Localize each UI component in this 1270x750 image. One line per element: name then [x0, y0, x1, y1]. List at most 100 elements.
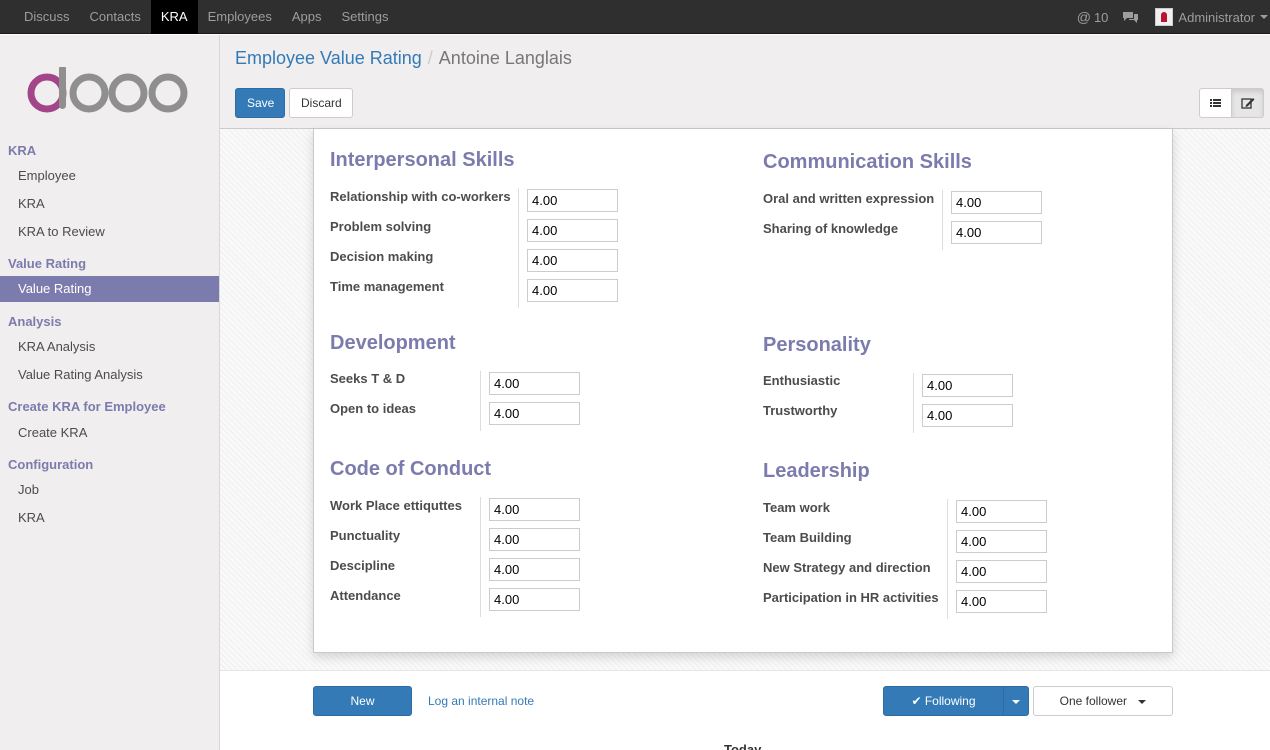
save-button[interactable]: Save: [235, 88, 285, 118]
breadcrumb-parent[interactable]: Employee Value Rating: [235, 48, 422, 68]
log-note-link[interactable]: Log an internal note: [428, 694, 534, 708]
app-menu: Discuss Contacts KRA Employees Apps Sett…: [14, 0, 399, 34]
followers-dropdown[interactable]: One follower: [1033, 686, 1173, 716]
divider: [913, 373, 914, 433]
label-new-strategy: New Strategy and direction: [763, 560, 931, 575]
input-work-place[interactable]: 4.00: [489, 498, 580, 521]
menu-employees[interactable]: Employees: [198, 0, 282, 34]
user-menu[interactable]: Administrator: [1155, 8, 1270, 26]
divider: [947, 499, 948, 619]
caret-down-icon: [1012, 699, 1020, 704]
sidebar-item-kra-to-review[interactable]: KRA to Review: [0, 219, 219, 245]
sidebar-section-value-rating: Value Rating: [8, 256, 87, 271]
input-sharing-knowledge[interactable]: 4.00: [951, 221, 1042, 244]
label-decision-making: Decision making: [330, 249, 434, 264]
date-separator: Today: [724, 742, 762, 750]
label-oral-written: Oral and written expression: [763, 191, 935, 206]
check-icon: ✔: [911, 694, 922, 708]
label-seeks-td: Seeks T & D: [330, 371, 406, 386]
group-title-code-of-conduct: Code of Conduct: [330, 458, 492, 480]
label-relationship: Relationship with co-workers: [330, 189, 511, 204]
menu-discuss[interactable]: Discuss: [14, 0, 80, 34]
breadcrumb-separator: /: [427, 48, 433, 68]
breadcrumb-current: Antoine Langlais: [438, 48, 572, 68]
form-view-area: Interpersonal Skills Relationship with c…: [220, 129, 1270, 670]
label-attendance: Attendance: [330, 588, 401, 603]
input-new-strategy[interactable]: 4.00: [956, 560, 1047, 583]
control-panel: Employee Value Rating / Antoine Langlais S…: [220, 35, 1270, 129]
sidebar-item-value-rating-analysis[interactable]: Value Rating Analysis: [0, 362, 219, 388]
label-descipline: Descipline: [330, 558, 396, 573]
label-trustworthy: Trustworthy: [763, 403, 838, 418]
mentions-button[interactable]: @ 10: [1077, 9, 1109, 25]
list-view-button[interactable]: [1199, 88, 1232, 118]
input-enthusiastic[interactable]: 4.00: [922, 374, 1013, 397]
sidebar-item-kra-analysis[interactable]: KRA Analysis: [0, 334, 219, 360]
avatar: [1155, 8, 1174, 26]
breadcrumb: Employee Value Rating / Antoine Langlais: [235, 48, 572, 69]
label-team-building: Team Building: [763, 530, 852, 545]
label-time-management: Time management: [330, 279, 444, 294]
form-sheet: Interpersonal Skills Relationship with c…: [313, 129, 1173, 653]
divider: [942, 190, 943, 250]
menu-apps[interactable]: Apps: [282, 0, 332, 34]
sidebar-item-config-kra[interactable]: KRA: [0, 505, 219, 531]
label-enthusiastic: Enthusiastic: [763, 373, 841, 388]
label-sharing-knowledge: Sharing of knowledge: [763, 221, 899, 236]
input-time-management[interactable]: 4.00: [527, 279, 618, 302]
sidebar-section-kra: KRA: [8, 143, 37, 158]
label-open-to-ideas: Open to ideas: [330, 401, 416, 416]
mentions-count: 10: [1093, 9, 1109, 25]
group-title-development: Development: [330, 332, 456, 354]
label-hr-activities: Participation in HR activities: [763, 590, 939, 605]
input-attendance[interactable]: 4.00: [489, 588, 580, 611]
input-relationship[interactable]: 4.00: [527, 189, 618, 212]
chatter: New message Log an internal note ✔ Follo…: [220, 670, 1270, 750]
divider: [480, 371, 481, 431]
input-trustworthy[interactable]: 4.00: [922, 404, 1013, 427]
sidebar-item-create-kra[interactable]: Create KRA: [0, 420, 219, 446]
group-title-communication-skills: Communication Skills: [763, 151, 972, 173]
chat-bubble-icon: [1123, 12, 1139, 23]
sidebar-section-configuration: Configuration: [8, 457, 94, 472]
sidebar-section-create-kra: Create KRA for Employee: [8, 399, 166, 414]
caret-down-icon: [1138, 699, 1147, 704]
sidebar: KRA Employee KRA KRA to Review Value Rat…: [0, 35, 220, 750]
sidebar-item-value-rating[interactable]: Value Rating: [0, 276, 219, 302]
input-problem-solving[interactable]: 4.00: [527, 219, 618, 242]
messages-button[interactable]: [1122, 10, 1139, 24]
input-team-building[interactable]: 4.00: [956, 530, 1047, 553]
form-view-button[interactable]: [1231, 88, 1264, 118]
caret-down-icon: [1260, 15, 1268, 19]
top-navbar: Discuss Contacts KRA Employees Apps Sett…: [0, 0, 1270, 34]
divider: [518, 188, 519, 308]
sidebar-item-employee[interactable]: Employee: [0, 163, 219, 189]
input-open-to-ideas[interactable]: 4.00: [489, 402, 580, 425]
label-team-work: Team work: [763, 500, 830, 515]
discard-button[interactable]: Discard: [289, 88, 353, 118]
systray: @ 10 Administrator: [1077, 0, 1270, 34]
input-descipline[interactable]: 4.00: [489, 558, 580, 581]
user-name: Administrator: [1178, 9, 1255, 25]
followers-label: One follower: [1059, 694, 1128, 708]
sidebar-section-analysis: Analysis: [8, 314, 62, 329]
following-label: Following: [924, 694, 976, 708]
label-problem-solving: Problem solving: [330, 219, 432, 234]
following-button[interactable]: ✔ Following: [883, 686, 1004, 716]
input-team-work[interactable]: 4.00: [956, 500, 1047, 523]
menu-kra[interactable]: KRA: [150, 0, 198, 34]
input-oral-written[interactable]: 4.00: [951, 191, 1042, 214]
sidebar-item-job[interactable]: Job: [0, 477, 219, 503]
menu-settings[interactable]: Settings: [332, 0, 399, 34]
input-punctuality[interactable]: 4.00: [489, 528, 580, 551]
menu-contacts[interactable]: Contacts: [80, 0, 151, 34]
input-hr-activities[interactable]: 4.00: [956, 590, 1047, 613]
group-title-leadership: Leadership: [763, 460, 870, 482]
input-seeks-td[interactable]: 4.00: [489, 372, 580, 395]
sidebar-item-kra[interactable]: KRA: [0, 191, 219, 217]
label-work-place: Work Place ettiquttes: [330, 498, 462, 513]
at-icon: @: [1076, 9, 1091, 25]
new-message-button[interactable]: New message: [313, 686, 412, 736]
following-dropdown-toggle[interactable]: [1003, 686, 1029, 716]
input-decision-making[interactable]: 4.00: [527, 249, 618, 272]
